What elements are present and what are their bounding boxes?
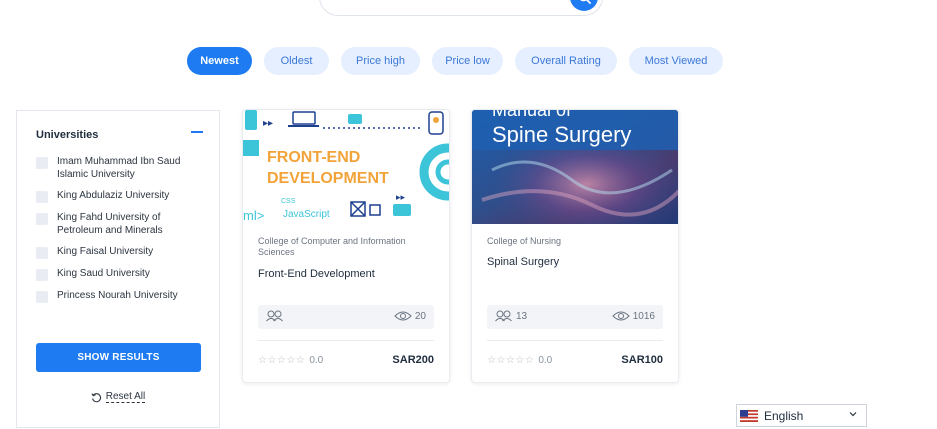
university-label: King Faisal University [57, 246, 154, 257]
card-divider [258, 340, 434, 341]
cover-text-js: JavaScript [283, 209, 330, 220]
reviews-stat: 13 [495, 310, 527, 322]
cover-text-line1: Manual of [492, 110, 572, 120]
university-checkbox[interactable] [36, 291, 48, 303]
university-checkbox[interactable] [36, 157, 48, 169]
course-cover-image[interactable]: ▸▸ FRONT-END DEVELOPMENT ml> CSS JavaScr… [243, 110, 449, 224]
university-option[interactable]: Princess Nourah University [36, 289, 209, 303]
reset-label: Reset All [105, 391, 146, 403]
university-checkbox[interactable] [36, 269, 48, 281]
sort-price-low[interactable]: Price low [432, 47, 503, 75]
course-college: College of Computer and Information Scie… [258, 236, 406, 257]
reviews-icon [266, 310, 283, 322]
course-price: SAR200 [392, 354, 434, 366]
cover-text-line1: FRONT-END [267, 149, 360, 166]
us-flag-icon [740, 409, 758, 422]
show-results-button[interactable]: SHOW RESULTS [36, 343, 201, 372]
university-option[interactable]: King Fahd University of Petroleum and Mi… [36, 211, 209, 237]
course-price: SAR100 [621, 354, 663, 366]
views-stat: 1016 [612, 310, 655, 322]
sort-oldest[interactable]: Oldest [264, 47, 329, 75]
university-label: King Abdulaziz University [57, 190, 170, 201]
svg-text:▸▸: ▸▸ [396, 192, 406, 202]
search-input[interactable] [338, 0, 538, 2]
rating-value: 0.0 [538, 355, 553, 366]
collapse-icon[interactable] [191, 131, 203, 133]
filter-header[interactable]: Universities [36, 125, 203, 141]
course-title[interactable]: Spinal Surgery [487, 256, 559, 268]
eye-icon [394, 311, 412, 321]
views-count: 20 [414, 310, 426, 322]
reviews-count: 13 [516, 310, 528, 322]
star-rating-icon: ☆☆☆☆☆ [487, 355, 535, 366]
eye-icon [612, 311, 630, 321]
university-option[interactable]: King Abdulaziz University [36, 189, 209, 203]
language-selector[interactable]: English [736, 404, 867, 427]
cover-text-line2: DEVELOPMENT [267, 170, 389, 187]
university-label: King Fahd University of Petroleum and Mi… [57, 212, 163, 236]
sort-most-viewed[interactable]: Most Viewed [629, 47, 723, 75]
views-stat: 20 [394, 310, 426, 322]
reset-icon [91, 392, 101, 402]
front-end-cover: ▸▸ FRONT-END DEVELOPMENT ml> CSS JavaScr… [243, 110, 449, 224]
card-divider [487, 340, 663, 341]
university-label: Princess Nourah University [57, 290, 178, 301]
sort-newest[interactable]: Newest [187, 47, 252, 75]
chevron-down-icon [849, 412, 857, 417]
course-title[interactable]: Front-End Development [258, 268, 375, 280]
university-checkbox[interactable] [36, 213, 48, 225]
spine-surgery-cover: Manual of Spine Surgery [472, 110, 678, 224]
search-button[interactable] [570, 0, 598, 11]
views-count: 1016 [632, 310, 655, 322]
course-rating: ☆☆☆☆☆ 0.0 [258, 355, 323, 366]
svg-text:ml>: ml> [243, 208, 264, 223]
university-option[interactable]: King Saud University [36, 267, 209, 281]
sort-options: Newest Oldest Price high Price low Overa… [187, 47, 723, 75]
university-checkbox[interactable] [36, 247, 48, 259]
course-stats: 13 1016 [487, 305, 663, 329]
course-college: College of Nursing [487, 236, 562, 246]
reviews-icon [495, 310, 512, 322]
cover-text-css: CSS [281, 198, 296, 205]
cover-text-line2: Spine Surgery [492, 122, 631, 147]
reviews-stat [266, 310, 287, 322]
university-filter-panel: Universities Imam Muhammad Ibn Saud Isla… [16, 110, 220, 428]
reset-all-link[interactable]: Reset All [17, 391, 219, 403]
course-card[interactable]: ▸▸ FRONT-END DEVELOPMENT ml> CSS JavaScr… [242, 109, 450, 383]
search-bar [319, 0, 603, 16]
university-list: Imam Muhammad Ibn Saud Islamic Universit… [36, 155, 209, 311]
rating-value: 0.0 [309, 355, 324, 366]
star-rating-icon: ☆☆☆☆☆ [258, 355, 306, 366]
university-option[interactable]: Imam Muhammad Ibn Saud Islamic Universit… [36, 155, 209, 181]
filter-title: Universities [36, 129, 99, 141]
university-option[interactable]: King Faisal University [36, 245, 209, 259]
university-label: Imam Muhammad Ibn Saud Islamic Universit… [57, 156, 181, 180]
language-label: English [764, 408, 804, 423]
course-rating: ☆☆☆☆☆ 0.0 [487, 355, 552, 366]
sort-price-high[interactable]: Price high [341, 47, 420, 75]
svg-text:▸▸: ▸▸ [263, 118, 273, 129]
course-stats: 20 [258, 305, 434, 329]
university-checkbox[interactable] [36, 191, 48, 203]
sort-overall-rating[interactable]: Overall Rating [515, 47, 617, 75]
university-label: King Saud University [57, 268, 150, 279]
course-cover-image[interactable]: Manual of Spine Surgery [472, 110, 678, 224]
course-card[interactable]: Manual of Spine Surgery College of Nursi… [471, 109, 679, 383]
search-icon [580, 0, 591, 4]
